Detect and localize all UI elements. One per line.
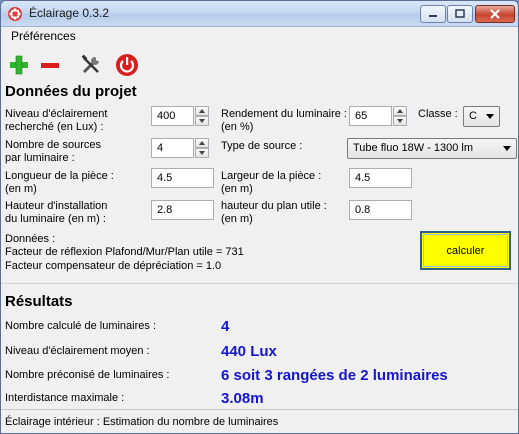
chevron-down-icon	[199, 119, 205, 123]
menu-preferences[interactable]: Préférences	[11, 29, 76, 43]
longueur-label-2: (en m)	[5, 183, 37, 195]
chevron-down-icon	[199, 151, 205, 155]
minimize-icon	[429, 15, 437, 17]
power-icon	[116, 54, 138, 76]
tools-icon	[81, 54, 99, 74]
hauteur-installation-input[interactable]: 2.8	[151, 200, 214, 220]
chevron-up-icon	[199, 141, 205, 145]
result-value-nombre-preconise: 6 soit 3 rangées de 2 luminaires	[221, 367, 448, 384]
chevron-down-icon	[397, 119, 403, 123]
niveau-label-2: recherché (en Lux) :	[5, 121, 104, 133]
chevron-up-icon	[397, 109, 403, 113]
hauteur-plan-input[interactable]: 0.8	[349, 200, 412, 220]
status-bar: Éclairage intérieur : Estimation du nomb…	[1, 409, 518, 433]
maximize-button[interactable]	[447, 5, 473, 23]
longueur-input[interactable]: 4.5	[151, 168, 214, 188]
largeur-input[interactable]: 4.5	[349, 168, 412, 188]
quit-button[interactable]	[114, 52, 140, 78]
section-divider	[1, 283, 518, 284]
spin-down-button[interactable]	[195, 148, 209, 158]
close-button[interactable]	[475, 5, 515, 23]
remove-button[interactable]	[37, 52, 63, 78]
app-logo-icon	[8, 7, 22, 21]
result-label-interdistance: Interdistance maximale :	[5, 392, 125, 404]
menu-bar: Préférences	[1, 27, 518, 45]
result-label-nombre-calcule: Nombre calculé de luminaires :	[5, 320, 157, 332]
spin-down-button[interactable]	[393, 116, 407, 126]
app-window: Éclairage 0.3.2 Préférences Données du p…	[0, 0, 519, 434]
rendement-label-1: Rendement du luminaire :	[221, 108, 347, 120]
minimize-button[interactable]	[420, 5, 446, 23]
longueur-label-1: Longueur de la pièce :	[5, 170, 114, 182]
settings-button[interactable]	[78, 52, 104, 78]
spin-up-button[interactable]	[195, 106, 209, 116]
project-section-title: Données du projet	[5, 83, 137, 100]
classe-label: Classe :	[418, 108, 458, 120]
calculer-button[interactable]: calculer	[420, 231, 511, 270]
largeur-label-2: (en m)	[221, 183, 253, 195]
hauteur-installation-label-2: du luminaire (en m) :	[5, 213, 106, 225]
type-source-select[interactable]: Tube fluo 18W - 1300 lm	[347, 138, 517, 159]
sources-label-2: par luminaire :	[5, 152, 75, 164]
result-value-niveau-moyen: 440 Lux	[221, 343, 277, 360]
hauteur-plan-label-1: hauteur du plan utile :	[221, 200, 327, 212]
niveau-input[interactable]: 400	[151, 106, 194, 126]
donnees-reflexion: Facteur de réflexion Plafond/Mur/Plan ut…	[5, 246, 244, 258]
plus-icon	[10, 55, 28, 75]
hauteur-plan-label-2: (en m)	[221, 213, 253, 225]
spin-up-button[interactable]	[195, 138, 209, 148]
largeur-label-1: Largeur de la pièce :	[221, 170, 322, 182]
sources-spinner[interactable]	[195, 138, 209, 158]
donnees-depreciation: Facteur compensateur de dépréciation = 1…	[5, 260, 222, 272]
sources-label-1: Nombre de sources	[5, 139, 101, 151]
rendement-label-2: (en %)	[221, 121, 254, 133]
add-button[interactable]	[6, 52, 32, 78]
spin-down-button[interactable]	[195, 116, 209, 126]
sources-input[interactable]: 4	[151, 138, 194, 158]
title-bar[interactable]: Éclairage 0.3.2	[1, 1, 518, 27]
classe-selected-value: C	[469, 110, 477, 122]
type-source-label: Type de source :	[221, 140, 303, 152]
dropdown-arrow-icon	[486, 114, 494, 119]
maximize-icon	[455, 9, 465, 18]
donnees-title: Données :	[5, 233, 56, 245]
niveau-label-1: Niveau d'éclairement	[5, 108, 108, 120]
result-value-interdistance: 3.08m	[221, 390, 264, 407]
classe-select[interactable]: C	[463, 106, 500, 127]
result-label-nombre-preconise: Nombre préconisé de luminaires :	[5, 369, 170, 381]
rendement-input[interactable]: 65	[349, 106, 392, 126]
close-icon	[490, 9, 500, 19]
window-title: Éclairage 0.3.2	[29, 6, 110, 20]
hauteur-installation-label-1: Hauteur d'installation	[5, 200, 108, 212]
result-label-niveau-moyen: Niveau d'éclairement moyen :	[5, 345, 150, 357]
minus-icon	[41, 63, 59, 68]
dropdown-arrow-icon	[503, 146, 511, 151]
niveau-spinner[interactable]	[195, 106, 209, 126]
toolbar	[1, 47, 518, 81]
rendement-spinner[interactable]	[393, 106, 407, 126]
status-text: Éclairage intérieur : Estimation du nomb…	[5, 416, 279, 428]
chevron-up-icon	[199, 109, 205, 113]
type-source-selected-value: Tube fluo 18W - 1300 lm	[353, 142, 474, 154]
result-value-nombre-calcule: 4	[221, 318, 230, 335]
spin-up-button[interactable]	[393, 106, 407, 116]
results-section-title: Résultats	[5, 293, 73, 310]
